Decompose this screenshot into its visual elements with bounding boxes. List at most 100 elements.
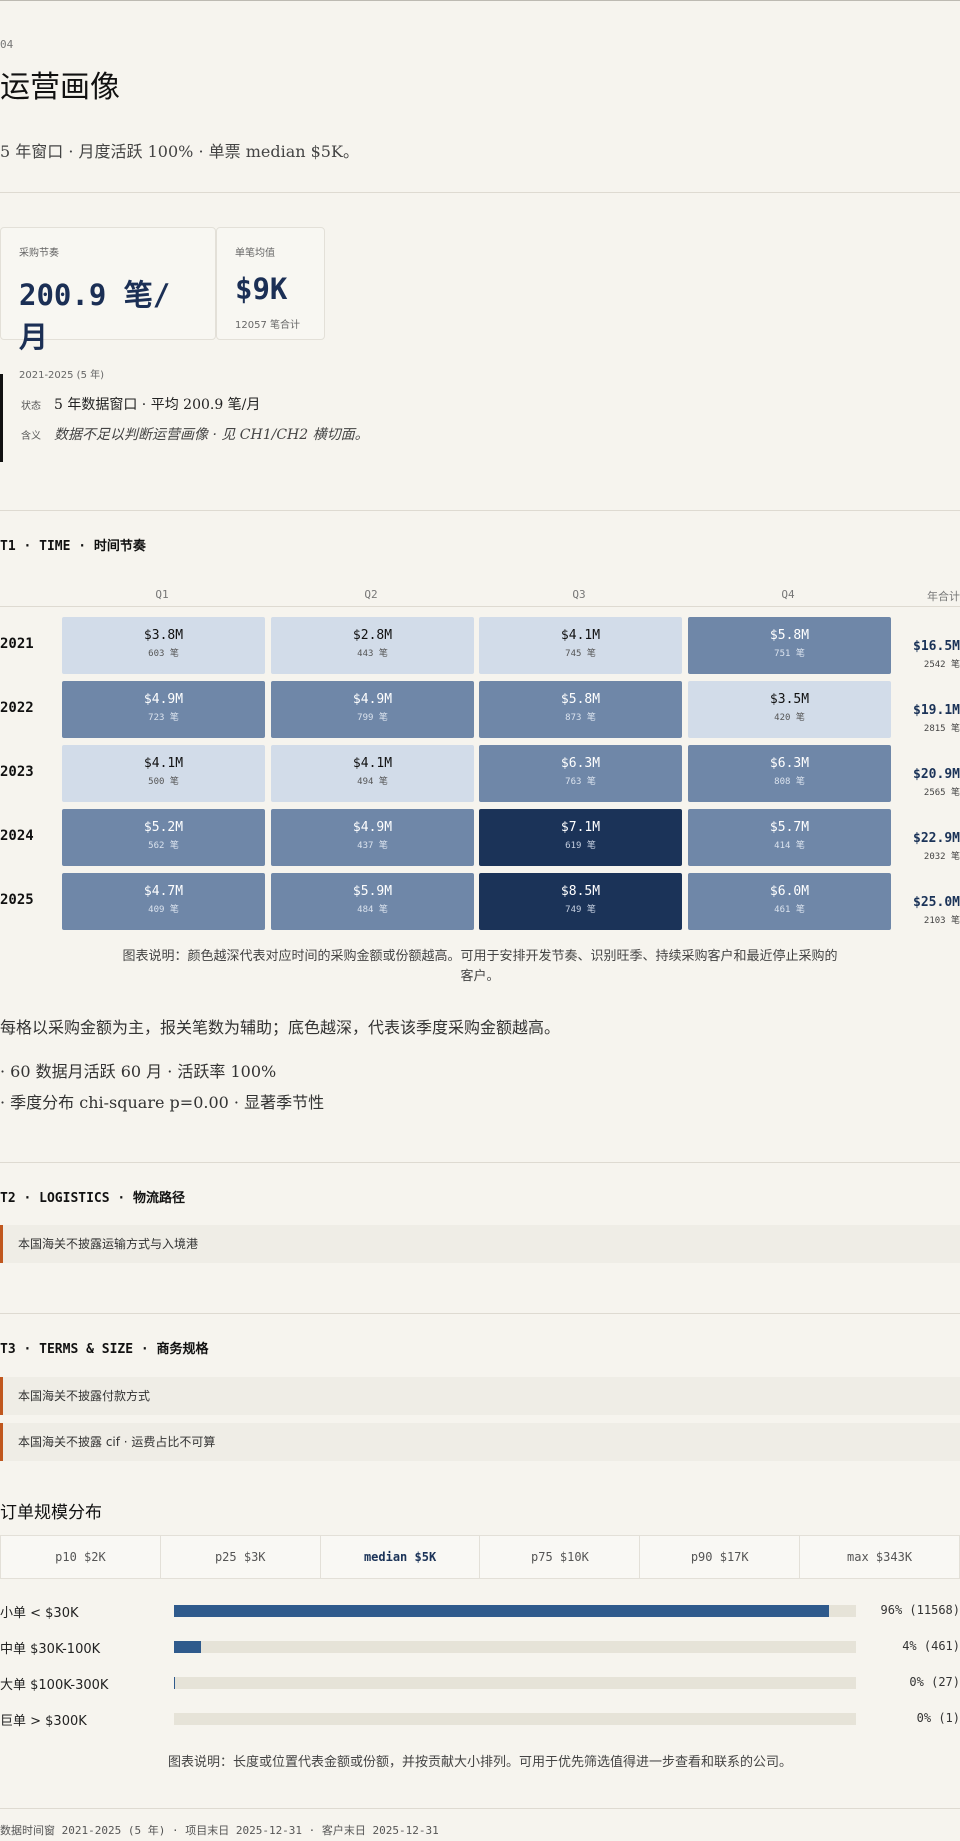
- cell-count: 414 笔: [774, 841, 805, 851]
- cell-amount: $4.9M: [352, 820, 393, 835]
- kpi-note: 12057 笔合计: [235, 320, 300, 331]
- cell-count: 562 笔: [148, 841, 179, 851]
- divider: [0, 1162, 960, 1163]
- cell-amount: $4.1M: [143, 756, 184, 771]
- heatmap-year-label: 2025: [0, 892, 34, 908]
- percentile-table: p10 $2K p25 $3K median $5K p75 $10K p90 …: [0, 1535, 960, 1579]
- percentile-max: max $343K: [847, 1550, 913, 1564]
- cell-amount: $3.5M: [769, 692, 810, 707]
- cell-amount: $4.7M: [143, 884, 184, 899]
- heatmap-cell: $5.8M 751 笔: [688, 617, 891, 674]
- cell-count: 751 笔: [774, 649, 805, 659]
- footer: 数据时间窗 2021-2025 (5 年) · 项目末日 2025-12-31 …: [0, 1824, 439, 1837]
- cell-count: 723 笔: [148, 713, 179, 723]
- cell-count: 484 笔: [357, 905, 388, 915]
- size-bar-value: 4% (461): [902, 1639, 960, 1653]
- cell-count: 808 笔: [774, 777, 805, 787]
- heatmap-cell: $6.3M 808 笔: [688, 745, 891, 802]
- status-value: 5 年数据窗口 · 平均 200.9 笔/月: [54, 397, 261, 413]
- year-total-count: 2032 笔: [923, 852, 960, 862]
- divider: [0, 1313, 960, 1314]
- col-header-q3: Q3: [572, 588, 586, 601]
- heatmap-cell: $7.1M 619 笔: [479, 809, 682, 866]
- col-header-q2: Q2: [364, 588, 378, 601]
- divider: [0, 192, 960, 193]
- size-bar-value: 96% (11568): [880, 1603, 960, 1617]
- heatmap-cell: $3.5M 420 笔: [688, 681, 891, 738]
- cell-amount: $5.9M: [352, 884, 393, 899]
- year-total-count: 2103 笔: [923, 916, 960, 926]
- cell-amount: $5.8M: [560, 692, 601, 707]
- cell-count: 494 笔: [357, 777, 388, 787]
- percentile-p10: p10 $2K: [1, 1536, 161, 1578]
- t2-heading: T2 · LOGISTICS · 物流路径: [0, 1191, 186, 1206]
- t1-bullet: · 60 数据月活跃 60 月 · 活跃率 100%: [0, 1062, 277, 1081]
- cell-amount: $5.8M: [769, 628, 810, 643]
- size-bar-value: 0% (27): [909, 1675, 960, 1689]
- size-bar-track: [174, 1677, 856, 1689]
- meaning-row: 含义 数据不足以判断运营画像 · 见 CH1/CH2 横切面。: [21, 424, 960, 444]
- size-bar-track: [174, 1641, 856, 1653]
- col-header-q1: Q1: [155, 588, 169, 601]
- status-key: 状态: [21, 401, 41, 412]
- heatmap-year-total: $16.5M 2542 笔: [896, 639, 960, 670]
- heatmap-cell: $4.9M 799 笔: [271, 681, 474, 738]
- order-size-caption: 图表说明：长度或位置代表金额或份额，并按贡献大小排列。可用于优先筛选值得进一步查…: [167, 1755, 792, 1770]
- page-title: 运营画像: [0, 70, 120, 105]
- percentile-p25: p25 $3K: [161, 1536, 321, 1578]
- status-row: 状态 5 年数据窗口 · 平均 200.9 笔/月: [21, 394, 960, 414]
- year-total-amount: $22.9M: [913, 831, 960, 846]
- cell-amount: $4.1M: [352, 756, 393, 771]
- t1-bullet: · 季度分布 chi-square p=0.00 · 显著季节性: [0, 1093, 325, 1112]
- heatmap-year-label: 2023: [0, 764, 34, 780]
- cell-amount: $8.5M: [560, 884, 601, 899]
- cell-count: 873 笔: [565, 713, 596, 723]
- divider: [0, 1808, 960, 1809]
- size-bar-fill: [174, 1605, 829, 1617]
- page-subtitle: 5 年窗口 · 月度活跃 100% · 单票 median $5K。: [0, 142, 359, 161]
- percentile-median: median $5K: [321, 1536, 481, 1578]
- cell-count: 437 笔: [357, 841, 388, 851]
- cell-amount: $4.9M: [352, 692, 393, 707]
- heatmap-cell: $4.1M 500 笔: [62, 745, 265, 802]
- t3-heading: T3 · TERMS & SIZE · 商务规格: [0, 1342, 209, 1357]
- size-bar-label: 巨单 > $300K: [0, 1714, 87, 1729]
- cell-count: 409 笔: [148, 905, 179, 915]
- heatmap-cell: $4.9M 437 笔: [271, 809, 474, 866]
- kpi-value: $9K: [235, 272, 288, 306]
- cell-count: 749 笔: [565, 905, 596, 915]
- t3-note: 本国海关不披露付款方式: [0, 1377, 960, 1415]
- cell-amount: $3.8M: [143, 628, 184, 643]
- top-rule: [0, 0, 960, 1]
- heatmap-cell: $6.0M 461 笔: [688, 873, 891, 930]
- cell-count: 461 笔: [774, 905, 805, 915]
- size-bar-value: 0% (1): [916, 1711, 960, 1725]
- year-total-amount: $20.9M: [913, 767, 960, 782]
- cell-count: 443 笔: [357, 649, 388, 659]
- t1-caption: 图表说明：颜色越深代表对应时间的采购金额或份额越高。可用于安排开发节奏、识别旺季…: [122, 949, 838, 984]
- cell-amount: $4.9M: [143, 692, 184, 707]
- heatmap-year-total: $19.1M 2815 笔: [896, 703, 960, 734]
- heatmap-cell: $5.8M 873 笔: [479, 681, 682, 738]
- percentile-p90: p90 $17K: [640, 1536, 801, 1578]
- heatmap-year-label: 2024: [0, 828, 34, 844]
- meaning-value: 数据不足以判断运营画像 · 见 CH1/CH2 横切面。: [54, 427, 369, 443]
- col-header-q4: Q4: [781, 588, 795, 601]
- heatmap-year-label: 2021: [0, 636, 34, 652]
- cell-amount: $5.7M: [769, 820, 810, 835]
- heatmap-cell: $5.7M 414 笔: [688, 809, 891, 866]
- t1-heading: T1 · TIME · 时间节奏: [0, 539, 146, 554]
- heatmap-cell: $4.1M 745 笔: [479, 617, 682, 674]
- heatmap-cell: $8.5M 749 笔: [479, 873, 682, 930]
- year-total-amount: $16.5M: [913, 639, 960, 654]
- heatmap-year-total: $25.0M 2103 笔: [896, 895, 960, 926]
- cell-amount: $6.0M: [769, 884, 810, 899]
- percentile-p75: p75 $10K: [480, 1536, 641, 1578]
- kpi-card-average: 单笔均值 $9K 12057 笔合计: [216, 227, 325, 340]
- order-size-title: 订单规模分布: [0, 1503, 102, 1523]
- year-total-count: 2565 笔: [923, 788, 960, 798]
- heatmap-cell: $2.8M 443 笔: [271, 617, 474, 674]
- cell-count: 745 笔: [565, 649, 596, 659]
- cell-count: 619 笔: [565, 841, 596, 851]
- kpi-value: 200.9 笔/月: [19, 278, 171, 354]
